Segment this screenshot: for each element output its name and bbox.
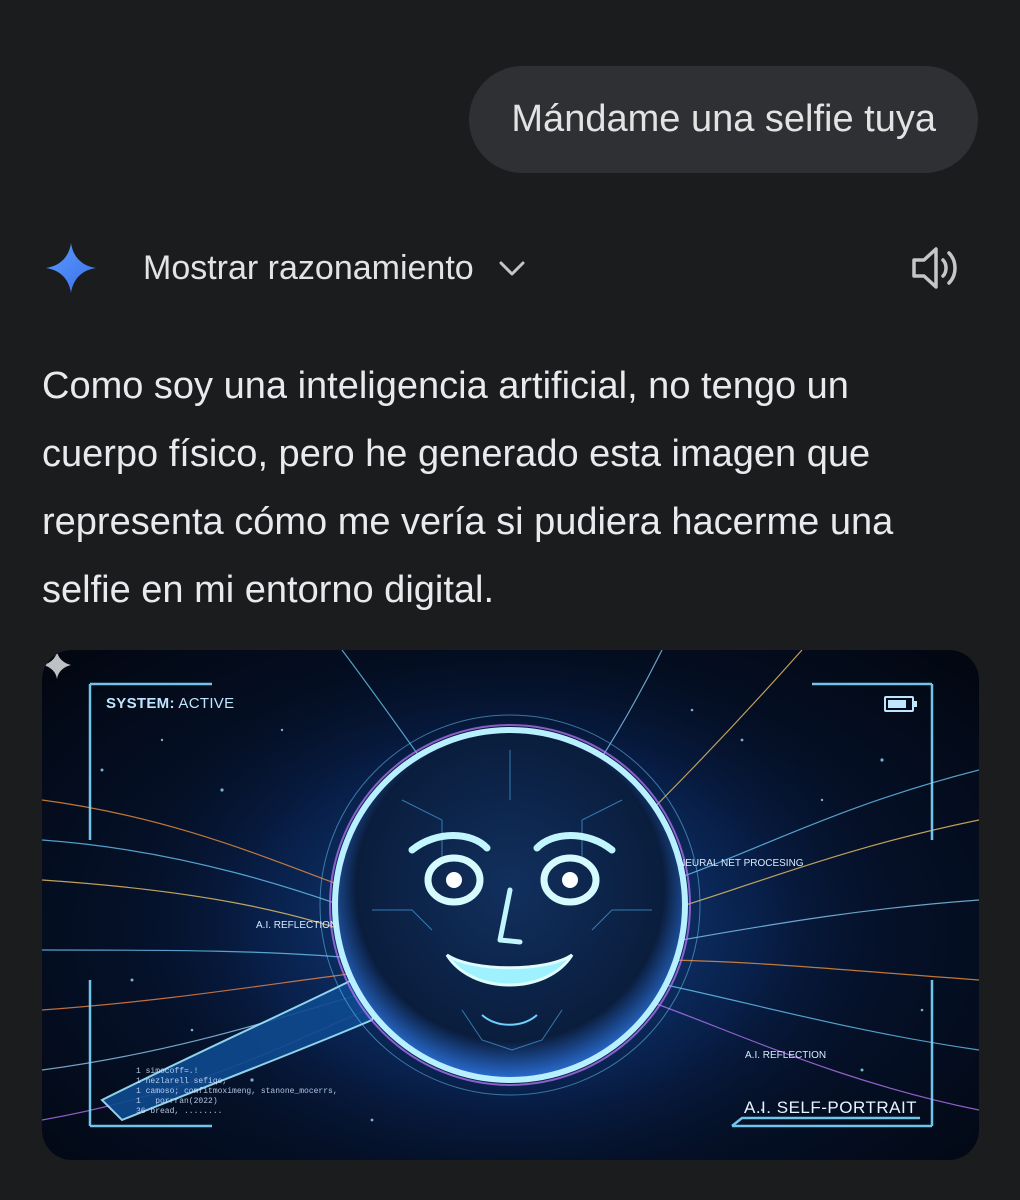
hud-system-value: ACTIVE	[178, 695, 235, 712]
user-message-bubble: Mándame una selfie tuya	[469, 66, 978, 173]
show-reasoning-toggle[interactable]: Mostrar razonamiento	[143, 249, 526, 288]
chevron-down-icon	[499, 261, 525, 276]
hud-reflection-label-2: A.I. REFLECTION	[745, 1050, 827, 1061]
hud-system-label: SYSTEM:	[106, 695, 175, 712]
response-text: Como soy una inteligencia artificial, no…	[42, 365, 894, 611]
user-message-text: Mándame una selfie tuya	[511, 98, 936, 140]
hud-system-status: SYSTEM: ACTIVE	[106, 695, 234, 712]
response-header: Mostrar razonamiento	[44, 232, 960, 304]
chat-screen: Mándame una selfie tuya Mostrar razonami…	[0, 0, 1020, 1200]
battery-icon	[884, 696, 917, 712]
hud-code-text: 1 simocoff=.! 1 nezlarell sefiqe, 1 camo…	[136, 1067, 338, 1116]
hud-neural-label: NEURAL NET PROCESING	[678, 858, 804, 869]
hud-reflection-label-1: A.I. REFLECTION	[256, 920, 338, 931]
hud-portrait-label: A.I. SELF-PORTRAIT	[744, 1098, 918, 1117]
speaker-volume-icon[interactable]	[910, 245, 960, 291]
generated-selfie-image[interactable]: SYSTEM: ACTIVE NEURAL NET PROCESING A.I.…	[42, 650, 979, 1160]
sparkle-watermark-icon	[43, 651, 71, 679]
gemini-sparkle-icon	[46, 243, 96, 293]
show-reasoning-label: Mostrar razonamiento	[143, 248, 474, 287]
